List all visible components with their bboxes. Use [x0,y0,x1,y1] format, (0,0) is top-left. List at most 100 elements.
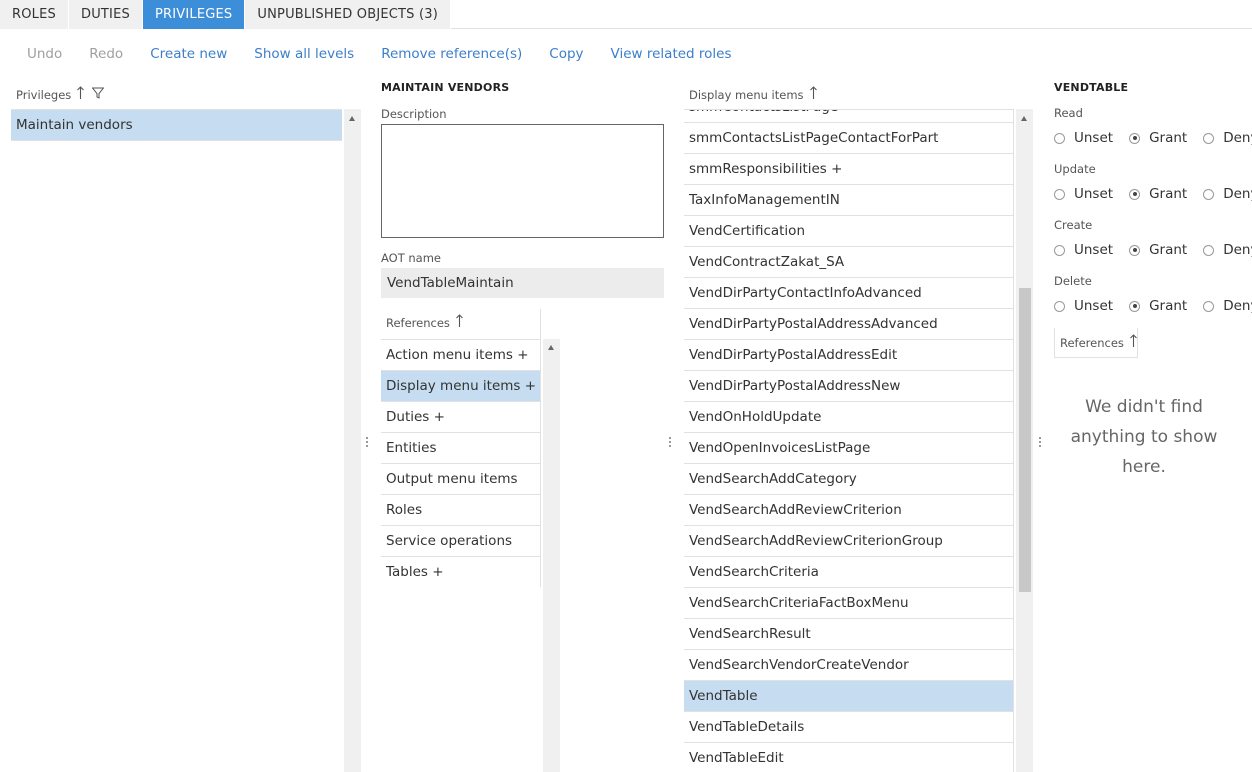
splitter-handle-icon[interactable] [366,437,368,447]
radio-deny[interactable]: Deny [1203,242,1252,258]
list-item-partial: smmContactsListPage [684,110,1013,123]
radio-button-icon[interactable] [1203,300,1215,312]
reference-item[interactable]: Action menu items + [381,340,540,371]
show-all-levels-button[interactable]: Show all levels [254,46,354,62]
filter-icon[interactable] [91,87,105,102]
radio-button-icon[interactable] [1203,244,1215,256]
display-menu-item[interactable]: VendSearchVendorCreateVendor [684,650,1013,681]
display-menu-item[interactable]: VendDirPartyPostalAddressNew [684,371,1013,402]
display-menu-item[interactable]: VendDirPartyPostalAddressEdit [684,340,1013,371]
references-list: Action menu items + Display menu items +… [381,339,541,587]
radio-button-icon[interactable] [1129,132,1141,144]
display-menu-item[interactable]: smmContactsListPageContactForPart [684,123,1013,154]
privileges-list: Maintain vendors [11,109,342,149]
radio-button-icon[interactable] [1129,188,1141,200]
display-menu-item[interactable]: VendSearchAddCategory [684,464,1013,495]
display-menu-items-header-label: Display menu items [689,88,804,102]
permissions-references-header[interactable]: References [1054,328,1138,358]
radio-unset[interactable]: Unset [1054,242,1113,258]
permission-radio-group-create: Unset Grant Deny [1054,242,1252,258]
radio-label: Deny [1223,298,1252,314]
radio-grant[interactable]: Grant [1129,130,1187,146]
radio-button-icon[interactable] [1129,244,1141,256]
display-menu-item[interactable]: VendSearchAddReviewCriterionGroup [684,526,1013,557]
radio-label: Deny [1223,242,1252,258]
display-menu-item[interactable]: VendSearchCriteriaFactBoxMenu [684,588,1013,619]
reference-item[interactable]: Tables + [381,557,540,587]
view-related-roles-button[interactable]: View related roles [611,46,732,62]
display-menu-item[interactable]: VendCertification [684,216,1013,247]
radio-deny[interactable]: Deny [1203,130,1252,146]
radio-unset[interactable]: Unset [1054,186,1113,202]
undo-button[interactable]: Undo [27,46,62,62]
sort-up-icon[interactable] [809,86,817,102]
display-menu-item[interactable]: VendSearchCriteria [684,557,1013,588]
splitter-handle-icon[interactable] [1039,437,1041,447]
display-menu-item[interactable]: VendDirPartyPostalAddressAdvanced [684,309,1013,340]
permissions-references-label: References [1060,335,1124,350]
radio-unset[interactable]: Unset [1054,130,1113,146]
splitter-handle-icon[interactable] [669,437,671,447]
reference-item[interactable]: Output menu items [381,464,540,495]
tab-roles[interactable]: ROLES [0,0,69,29]
scroll-up-icon[interactable] [1021,116,1027,121]
scroll-up-icon[interactable] [349,116,355,121]
sort-up-icon[interactable] [77,86,85,102]
display-menu-item[interactable]: VendTableDetails [684,712,1013,743]
radio-grant[interactable]: Grant [1129,186,1187,202]
reference-item[interactable]: Display menu items + [381,371,540,402]
radio-label: Deny [1223,130,1252,146]
remove-references-button[interactable]: Remove reference(s) [381,46,522,62]
radio-unset[interactable]: Unset [1054,298,1113,314]
radio-grant[interactable]: Grant [1129,242,1187,258]
display-menu-item[interactable]: VendOnHoldUpdate [684,402,1013,433]
reference-item[interactable]: Duties + [381,402,540,433]
sort-up-icon[interactable] [1130,333,1137,350]
display-menu-item[interactable]: smmResponsibilities + [684,154,1013,185]
references-scrollbar[interactable] [543,339,560,772]
display-menu-item[interactable]: VendSearchResult [684,619,1013,650]
radio-button-icon[interactable] [1054,244,1065,256]
references-header[interactable]: References [386,314,463,332]
radio-grant[interactable]: Grant [1129,298,1187,314]
tab-duties[interactable]: DUTIES [68,0,143,29]
permissions-panel-title: VENDTABLE [1054,81,1129,94]
tab-privileges[interactable]: PRIVILEGES [142,0,246,29]
radio-button-icon[interactable] [1054,300,1065,312]
empty-state-line-2: anything to show here. [1070,427,1218,477]
display-menu-item[interactable]: VendOpenInvoicesListPage [684,433,1013,464]
display-menu-item[interactable]: TaxInfoManagementIN [684,185,1013,216]
display-menu-items-list: smmContactsListPage smmContactsListPageC… [684,109,1014,772]
create-new-button[interactable]: Create new [150,46,227,62]
display-menu-scroll-thumb[interactable] [1019,288,1031,592]
radio-button-icon[interactable] [1054,132,1065,144]
radio-button-icon[interactable] [1203,188,1215,200]
sort-up-icon[interactable] [456,314,463,330]
reference-item[interactable]: Entities [381,433,540,464]
display-menu-item[interactable]: VendTableEdit [684,743,1013,772]
display-menu-items-header[interactable]: Display menu items [689,86,817,104]
radio-deny[interactable]: Deny [1203,298,1252,314]
radio-button-icon[interactable] [1129,300,1141,312]
display-menu-item[interactable]: VendDirPartyContactInfoAdvanced [684,278,1013,309]
action-bar: Undo Redo Create new Show all levels Rem… [0,40,732,68]
privilege-item-maintain-vendors[interactable]: Maintain vendors [11,110,342,141]
display-menu-item[interactable]: VendContractZakat_SA [684,247,1013,278]
display-menu-item[interactable]: VendTable [684,681,1013,712]
description-field[interactable] [381,124,664,238]
permission-label-update: Update [1054,162,1096,176]
reference-item[interactable]: Service operations [381,526,540,557]
scroll-up-icon[interactable] [548,345,554,350]
reference-item[interactable]: Roles [381,495,540,526]
privileges-header[interactable]: Privileges [16,86,105,104]
privileges-scrollbar[interactable] [344,109,361,772]
empty-state-line-1: We didn't find [1085,397,1203,417]
radio-deny[interactable]: Deny [1203,186,1252,202]
permission-radio-group-delete: Unset Grant Deny [1054,298,1252,314]
copy-button[interactable]: Copy [549,46,583,62]
redo-button[interactable]: Redo [89,46,123,62]
display-menu-item[interactable]: VendSearchAddReviewCriterion [684,495,1013,526]
radio-button-icon[interactable] [1054,188,1065,200]
radio-button-icon[interactable] [1203,132,1215,144]
tab-unpublished-objects[interactable]: UNPUBLISHED OBJECTS (3) [245,0,451,29]
